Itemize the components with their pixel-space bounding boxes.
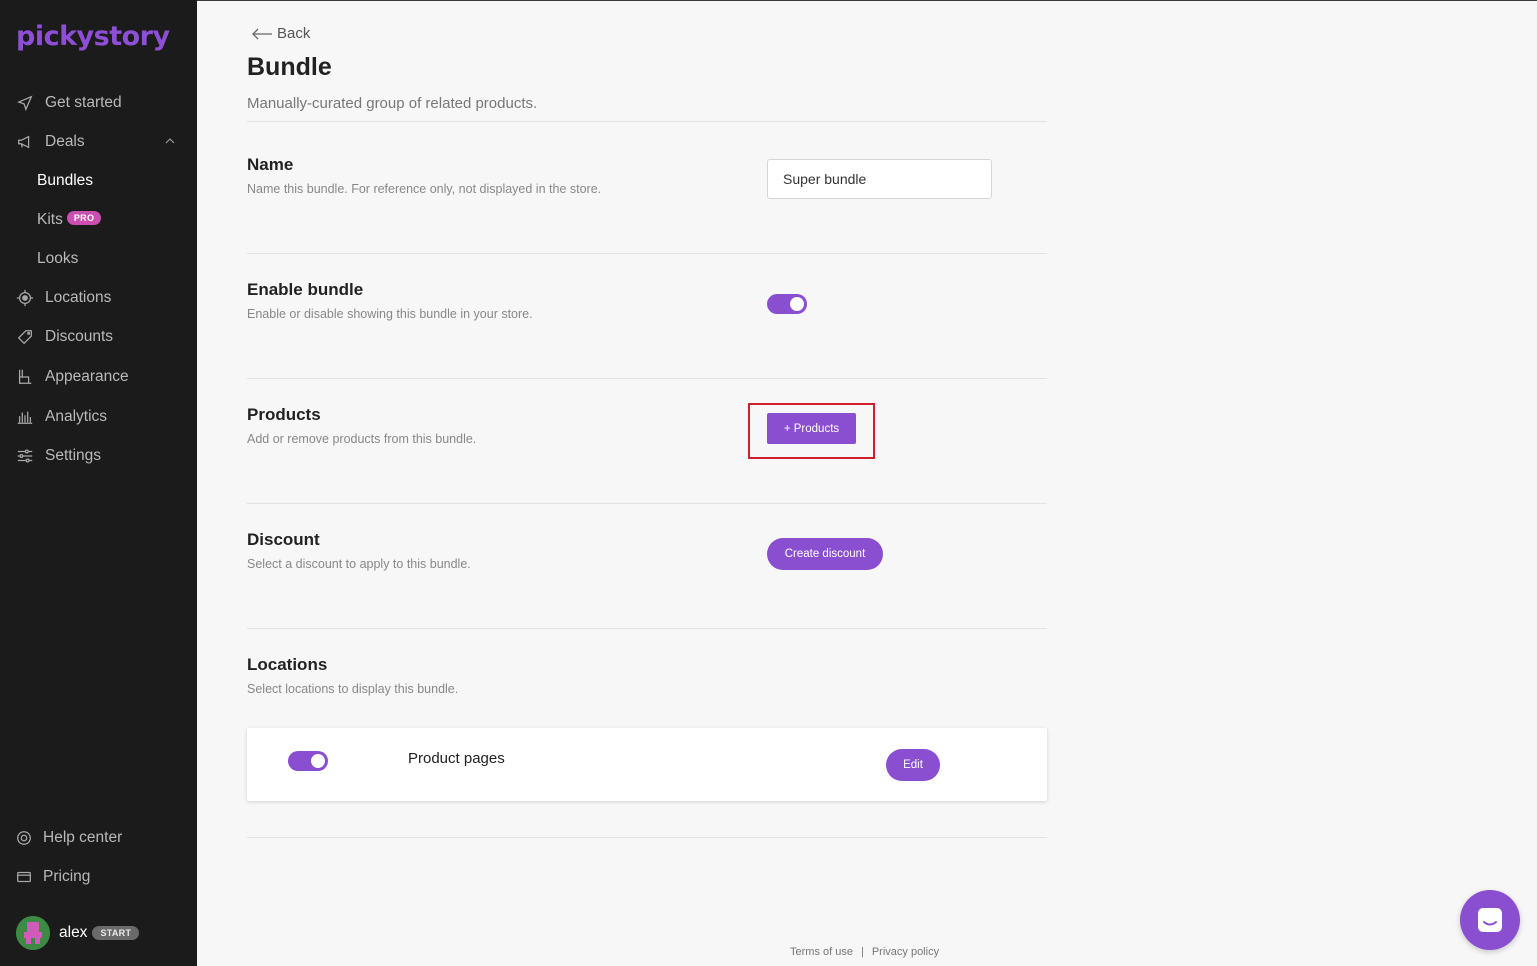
megaphone-icon (15, 132, 35, 152)
divider (247, 503, 1047, 504)
divider (247, 837, 1047, 838)
toggle-knob (790, 297, 804, 311)
name-section-description: Name this bundle. For reference only, no… (247, 182, 602, 196)
add-products-button[interactable]: + Products (767, 413, 856, 444)
nav-locations[interactable]: Locations (0, 283, 197, 313)
nav-kits[interactable]: Kits PRO (37, 211, 102, 229)
divider (247, 253, 1047, 254)
back-label: Back (277, 25, 311, 42)
divider (247, 628, 1047, 629)
edit-location-button[interactable]: Edit (886, 749, 940, 781)
discount-section-title: Discount (247, 530, 320, 549)
nav-help-center-label: Help center (43, 829, 123, 846)
name-section-title: Name (247, 155, 294, 174)
chat-icon (1478, 908, 1502, 932)
sidebar: pickystory Get started Deals Bundles Kit… (0, 0, 197, 966)
privacy-link[interactable]: Privacy policy (872, 946, 939, 958)
nav-discounts[interactable]: Discounts (0, 322, 197, 352)
bar-chart-icon (15, 407, 35, 427)
user-name: alex (59, 924, 88, 941)
nav-locations-label: Locations (45, 289, 112, 306)
nav-looks[interactable]: Looks (37, 250, 78, 268)
user-menu[interactable]: alex START (16, 916, 140, 950)
nav-bundles[interactable]: Bundles (37, 172, 93, 190)
nav-analytics-label: Analytics (45, 408, 108, 425)
chair-icon (15, 367, 35, 387)
credit-card-icon (14, 867, 34, 887)
back-link[interactable]: Back (251, 25, 310, 42)
enable-section-title: Enable bundle (247, 280, 364, 299)
avatar (16, 916, 50, 950)
divider (247, 121, 1047, 122)
nav-pricing[interactable]: Pricing (0, 862, 197, 892)
nav-settings-label: Settings (45, 447, 102, 464)
products-section-description: Add or remove products from this bundle. (247, 432, 477, 446)
top-border (197, 0, 1537, 1)
toggle-knob (311, 754, 325, 768)
enable-bundle-toggle[interactable] (767, 294, 807, 314)
paper-plane-icon (15, 93, 35, 113)
chevron-up-icon[interactable] (165, 136, 175, 146)
nav-settings[interactable]: Settings (0, 441, 197, 471)
nav-kits-label: Kits (37, 211, 63, 228)
pro-badge: PRO (66, 211, 102, 225)
nav-analytics[interactable]: Analytics (0, 402, 197, 432)
lifebuoy-icon (14, 828, 34, 848)
products-section-title: Products (247, 405, 321, 424)
bundle-name-input[interactable] (767, 159, 992, 199)
locations-section-title: Locations (247, 655, 328, 674)
nav-deals[interactable]: Deals (0, 127, 197, 157)
enable-section-description: Enable or disable showing this bundle in… (247, 307, 533, 321)
nav-appearance[interactable]: Appearance (0, 362, 197, 392)
sliders-icon (15, 446, 35, 466)
nav-discounts-label: Discounts (45, 328, 114, 345)
nav-pricing-label: Pricing (43, 868, 91, 885)
pickystory-logo[interactable]: pickystory (16, 18, 170, 54)
logo-text: pickystory (16, 20, 170, 52)
nav-help-center[interactable]: Help center (0, 823, 197, 853)
nav-get-started[interactable]: Get started (0, 88, 197, 118)
nav-appearance-label: Appearance (45, 368, 129, 385)
nav-deals-label: Deals (45, 133, 85, 150)
product-pages-toggle[interactable] (288, 751, 328, 771)
locations-section-description: Select locations to display this bundle. (247, 682, 459, 696)
page-subtitle: Manually-curated group of related produc… (247, 95, 538, 112)
discount-section-description: Select a discount to apply to this bundl… (247, 557, 471, 571)
footer: Terms of use | Privacy policy (790, 946, 939, 958)
divider (247, 378, 1047, 379)
create-discount-button[interactable]: Create discount (767, 538, 883, 570)
nav-get-started-label: Get started (45, 94, 122, 111)
arrow-left-icon (252, 28, 272, 39)
plan-badge: START (92, 926, 140, 940)
chat-launcher-button[interactable] (1460, 890, 1520, 950)
page-title: Bundle (247, 53, 332, 81)
tag-icon (15, 327, 35, 347)
target-icon (15, 288, 35, 308)
terms-link[interactable]: Terms of use (790, 946, 853, 958)
footer-separator: | (860, 946, 864, 958)
location-label: Product pages (408, 750, 505, 767)
